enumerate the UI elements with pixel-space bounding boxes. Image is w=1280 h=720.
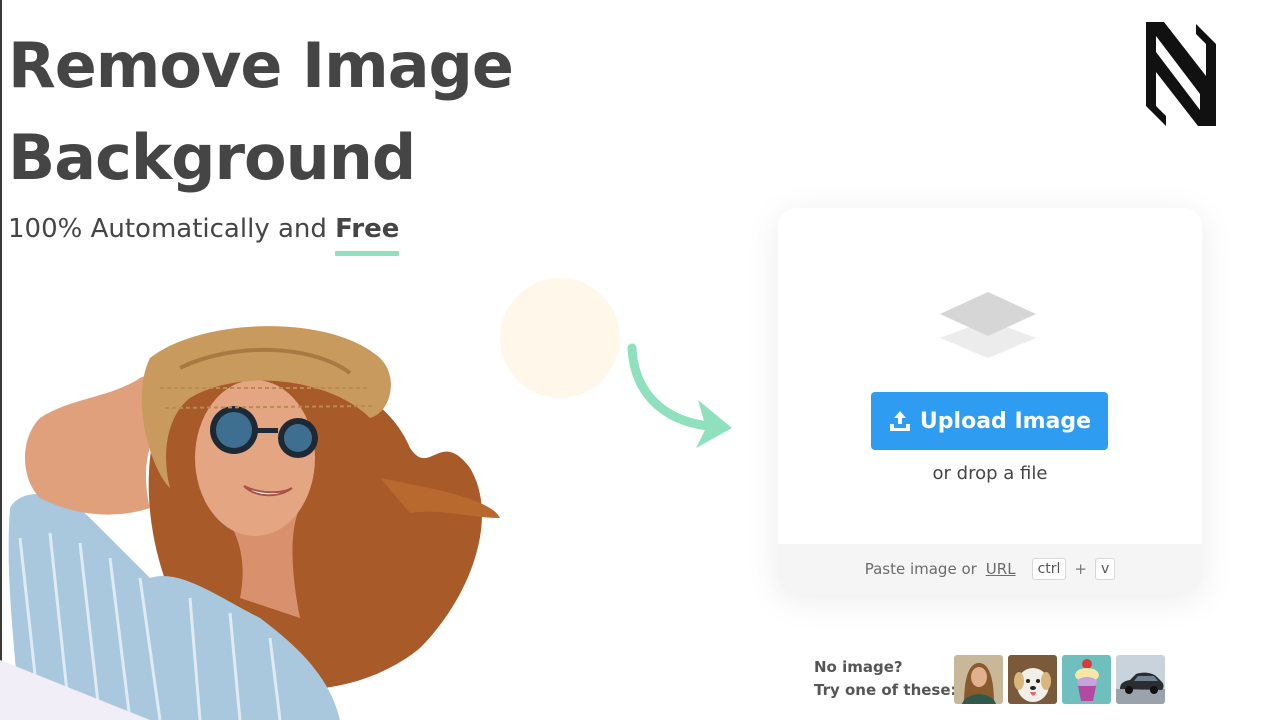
brand-logo bbox=[1146, 22, 1216, 126]
v-key: v bbox=[1094, 558, 1116, 580]
paste-url-link[interactable]: URL bbox=[986, 560, 1016, 578]
upload-image-button[interactable]: Upload Image bbox=[871, 392, 1108, 450]
drop-file-text: or drop a file bbox=[932, 463, 1048, 484]
sample-thumbnails bbox=[954, 655, 1165, 704]
samples-label: No image? Try one of these: bbox=[814, 656, 957, 702]
arrow-icon bbox=[627, 343, 732, 448]
plus-sign: + bbox=[1074, 560, 1087, 578]
subtitle: 100% Automatically and Free bbox=[8, 214, 399, 244]
subtitle-emphasis: Free bbox=[335, 214, 400, 244]
title-line-2: Background bbox=[8, 121, 416, 194]
sample-woman-thumbnail[interactable] bbox=[954, 655, 1003, 704]
samples-label-line2: Try one of these: bbox=[814, 681, 957, 699]
drop-zone[interactable]: Upload Image or drop a file bbox=[778, 208, 1202, 544]
sample-car-thumbnail[interactable] bbox=[1116, 655, 1165, 704]
layers-icon bbox=[940, 292, 1036, 358]
ctrl-key: ctrl bbox=[1031, 558, 1067, 580]
page-title: Remove Image Background bbox=[8, 20, 628, 204]
decorative-corner bbox=[0, 660, 150, 720]
upload-card[interactable]: Upload Image or drop a file Paste image … bbox=[778, 208, 1202, 594]
sample-cupcake-thumbnail[interactable] bbox=[1062, 655, 1111, 704]
upload-icon bbox=[889, 411, 910, 431]
decorative-circle bbox=[500, 278, 620, 398]
subtitle-text: 100% Automatically and bbox=[8, 214, 336, 244]
sample-dog-thumbnail[interactable] bbox=[1008, 655, 1057, 704]
title-line-1: Remove Image bbox=[8, 29, 514, 102]
samples-label-line1: No image? bbox=[814, 658, 903, 676]
paste-text: Paste image or bbox=[864, 560, 977, 578]
paste-bar: Paste image or URL ctrl + v bbox=[778, 544, 1202, 594]
upload-button-label: Upload Image bbox=[919, 408, 1092, 434]
